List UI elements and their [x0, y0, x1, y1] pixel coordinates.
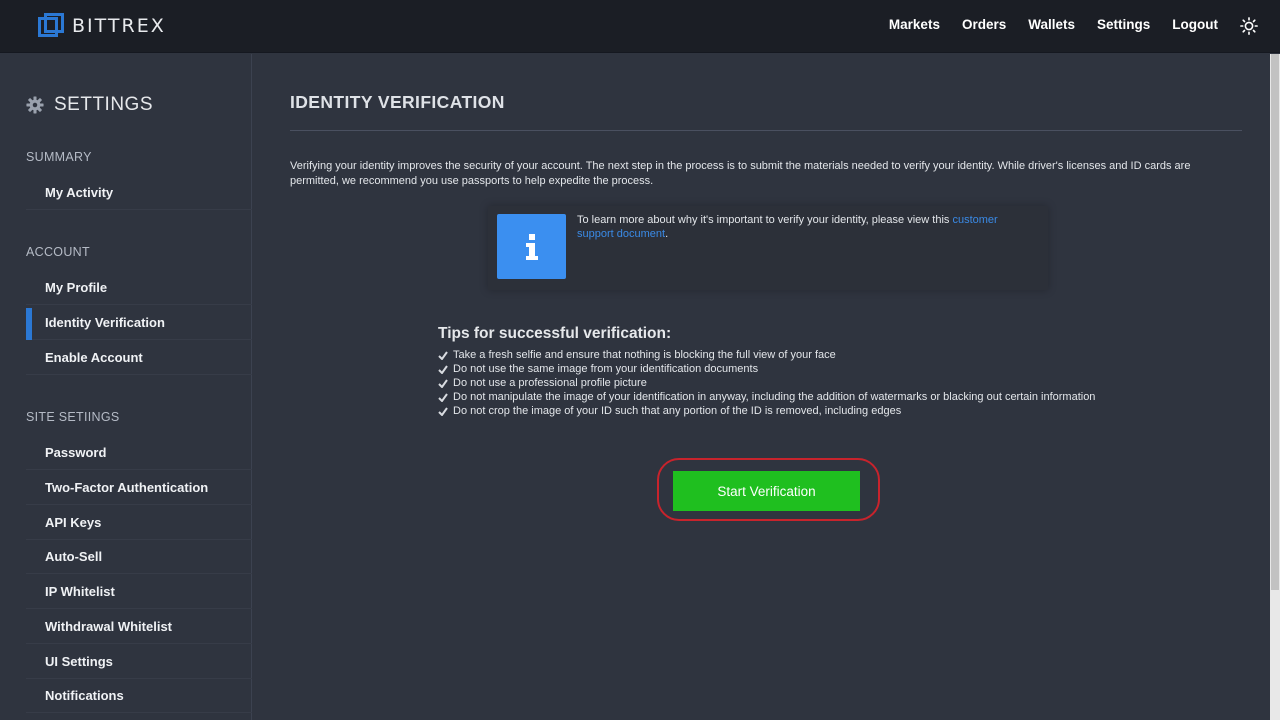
info-icon	[497, 214, 566, 279]
sidebar-item-my-activity[interactable]: My Activity	[26, 176, 252, 210]
tip-text: Do not use the same image from your iden…	[453, 363, 759, 375]
info-suffix: .	[665, 228, 669, 240]
scrollbar[interactable]	[1270, 54, 1280, 720]
page-title: IDENTITY VERIFICATION	[290, 92, 505, 112]
sidebar-item-enable-account[interactable]: Enable Account	[26, 341, 252, 375]
sidebar-title-text: SETTINGS	[54, 94, 154, 115]
brand-name: BITTREX	[72, 15, 166, 37]
section-site-settings: SITE SETIINGS	[26, 410, 120, 424]
gear-icon	[26, 96, 44, 114]
bittrex-logo-icon	[38, 13, 64, 39]
sidebar-item-ui-settings[interactable]: UI Settings	[26, 645, 252, 679]
nav-wallets[interactable]: Wallets	[1028, 17, 1075, 32]
settings-sidebar: SETTINGS SUMMARY My Activity ACCOUNT My …	[0, 54, 252, 720]
checkmark-icon	[438, 407, 448, 416]
sidebar-item-password[interactable]: Password	[26, 436, 252, 470]
sidebar-item-my-profile[interactable]: My Profile	[26, 271, 252, 305]
list-item: Do not crop the image of your ID such th…	[438, 404, 1098, 418]
nav-markets[interactable]: Markets	[889, 17, 940, 32]
list-item: Take a fresh selfie and ensure that noth…	[438, 348, 1098, 362]
top-bar: BITTREX Markets Orders Wallets Settings …	[0, 0, 1280, 53]
nav-settings[interactable]: Settings	[1097, 17, 1150, 32]
sidebar-item-identity-verification[interactable]: Identity Verification	[26, 306, 252, 340]
list-item: Do not use the same image from your iden…	[438, 362, 1098, 376]
info-box: To learn more about why it's important t…	[488, 206, 1048, 290]
tip-text: Do not crop the image of your ID such th…	[453, 405, 902, 417]
section-summary: SUMMARY	[26, 150, 92, 164]
checkmark-icon	[438, 393, 448, 402]
checkmark-icon	[438, 351, 448, 360]
sun-icon[interactable]	[1240, 17, 1258, 35]
tips-title: Tips for successful verification:	[438, 325, 672, 342]
scrollbar-thumb[interactable]	[1271, 54, 1279, 590]
checkmark-icon	[438, 365, 448, 374]
brand-logo[interactable]: BITTREX	[38, 13, 166, 39]
tip-text: Do not use a professional profile pictur…	[453, 377, 647, 389]
top-nav: Markets Orders Wallets Settings Logout	[889, 17, 1218, 32]
sidebar-title: SETTINGS	[26, 94, 153, 116]
tip-text: Do not manipulate the image of your iden…	[453, 391, 1096, 403]
info-message: To learn more about why it's important t…	[577, 214, 953, 226]
intro-text: Verifying your identity improves the sec…	[290, 160, 1191, 187]
sidebar-item-two-factor[interactable]: Two-Factor Authentication	[26, 471, 252, 505]
tips-list: Take a fresh selfie and ensure that noth…	[438, 348, 1098, 418]
list-item: Do not use a professional profile pictur…	[438, 376, 1098, 390]
info-text: To learn more about why it's important t…	[577, 213, 1037, 241]
sidebar-item-notifications[interactable]: Notifications	[26, 679, 252, 713]
section-account: ACCOUNT	[26, 245, 90, 259]
nav-orders[interactable]: Orders	[962, 17, 1006, 32]
sidebar-item-api-keys[interactable]: API Keys	[26, 506, 252, 540]
sidebar-item-ip-whitelist[interactable]: IP Whitelist	[26, 575, 252, 609]
checkmark-icon	[438, 379, 448, 388]
nav-logout[interactable]: Logout	[1172, 17, 1218, 32]
list-item: Do not manipulate the image of your iden…	[438, 390, 1098, 404]
title-divider	[290, 130, 1242, 131]
start-verification-button[interactable]: Start Verification	[673, 471, 860, 511]
sidebar-item-withdrawal-whitelist[interactable]: Withdrawal Whitelist	[26, 610, 252, 644]
sidebar-item-auto-sell[interactable]: Auto-Sell	[26, 540, 252, 574]
tip-text: Take a fresh selfie and ensure that noth…	[453, 349, 836, 361]
